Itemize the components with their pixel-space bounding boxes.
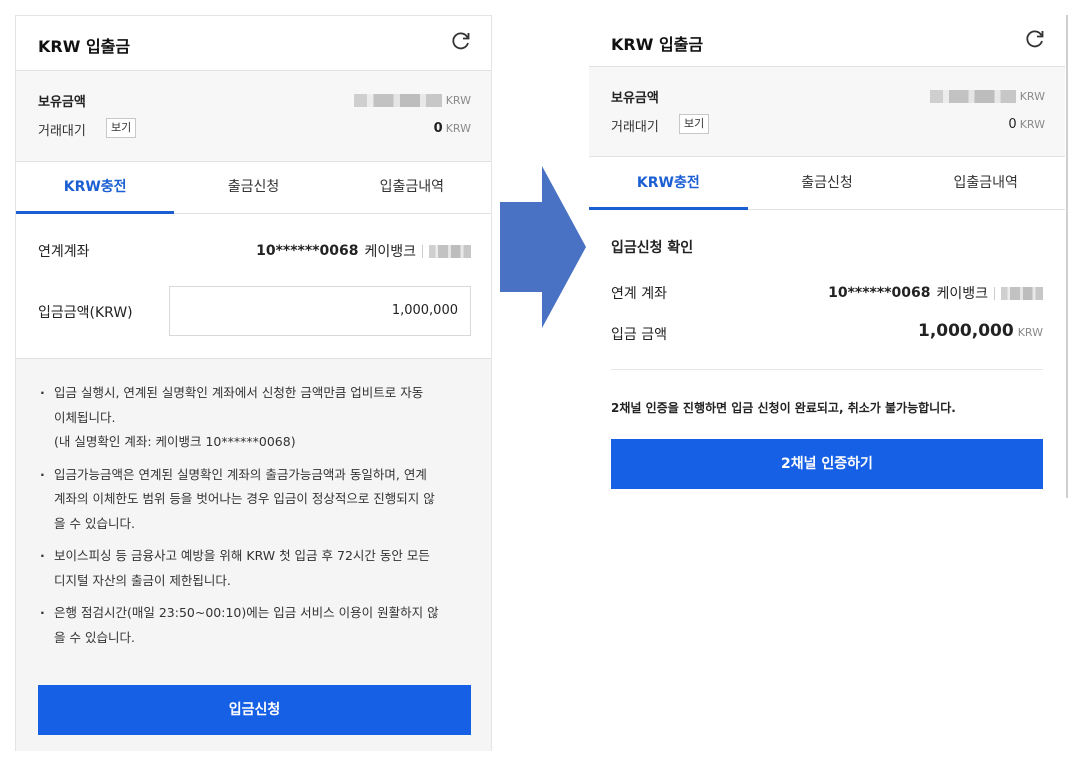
- deposit-request-button[interactable]: 입금신청: [38, 685, 471, 735]
- linked-account-value: 10******0068 케이뱅크: [828, 283, 1043, 303]
- pending-amount: 0 KRW: [434, 121, 471, 136]
- panel-header: KRW 입출금: [589, 15, 1065, 67]
- pending-label: 거래대기: [38, 124, 86, 139]
- notice-item: 입금 실행시, 연계된 실명확인 계좌에서 신청한 금액만큼 업비트로 자동이체…: [38, 381, 469, 455]
- divider: [994, 286, 995, 300]
- deposit-amount-unit: KRW: [1017, 326, 1043, 339]
- notice-box: 입금 실행시, 연계된 실명확인 계좌에서 신청한 금액만큼 업비트로 자동이체…: [16, 358, 491, 751]
- panel-title: KRW 입출금: [38, 37, 131, 56]
- notice-line: 입금 실행시, 연계된 실명확인 계좌에서 신청한 금액만큼 업비트로 자동: [54, 385, 424, 400]
- tab-history[interactable]: 입출금내역: [333, 162, 491, 213]
- notice-item: 입금가능금액은 연계된 실명확인 계좌의 출금가능금액과 동일하며, 연계계좌의…: [38, 463, 469, 537]
- notice-line: 보이스피싱 등 금융사고 예방을 위해 KRW 첫 입금 후 72시간 동안 모…: [54, 548, 430, 563]
- confirm-title: 입금신청 확인: [611, 240, 694, 256]
- deposit-amount-label: 입금금액(KRW): [38, 305, 133, 321]
- notice-line: 디지털 자산의 출금이 제한됩니다.: [54, 572, 231, 588]
- notice-line: 을 수 있습니다.: [54, 515, 135, 531]
- balance-summary: 보유금액 KRW 거래대기 보기 0 KRW: [589, 67, 1065, 157]
- notice-line: 은행 점검시간(매일 23:50~00:10)에는 입금 서비스 이용이 원활하…: [54, 605, 439, 620]
- notice-line: 입금가능금액은 연계된 실명확인 계좌의 출금가능금액과 동일하며, 연계: [54, 466, 427, 482]
- divider: [422, 244, 423, 258]
- account-number: 10******0068: [828, 285, 931, 301]
- tab-bar: KRW충전 출금신청 입출금내역: [589, 157, 1065, 210]
- held-amount-label: 보유금액: [611, 91, 659, 106]
- divider: [611, 369, 1043, 370]
- pending-label: 거래대기: [611, 120, 659, 135]
- masked-name: [429, 244, 471, 258]
- scrollbar-edge: [1066, 15, 1068, 498]
- account-number: 10******0068: [256, 243, 359, 259]
- pending-amount-value: 0: [433, 121, 443, 136]
- view-pending-button[interactable]: 보기: [679, 114, 710, 134]
- pending-amount-unit: KRW: [1019, 118, 1045, 131]
- masked-name: [1001, 286, 1043, 300]
- tab-krw-deposit[interactable]: KRW충전: [589, 157, 748, 210]
- held-amount-value: KRW: [929, 90, 1045, 103]
- view-pending-button[interactable]: 보기: [106, 118, 137, 138]
- deposit-amount-number: 1,000,000: [917, 321, 1014, 341]
- panel-header: KRW 입출금: [16, 16, 491, 71]
- deposit-amount-input[interactable]: 1,000,000: [169, 286, 471, 336]
- tab-history[interactable]: 입출금내역: [906, 157, 1065, 209]
- balance-summary: 보유금액 KRW 거래대기 보기 0 KRW: [16, 71, 491, 162]
- tab-withdraw-request[interactable]: 출금신청: [174, 162, 332, 213]
- held-amount-unit: KRW: [1019, 90, 1045, 103]
- auth-notice: 2채널 인증을 진행하면 입금 신청이 완료되고, 취소가 불가능합니다.: [611, 401, 956, 415]
- deposit-confirm-panel: KRW 입출금 보유금액 KRW 거래대기 보기 0 KRW KRW충전 출금신…: [589, 15, 1065, 515]
- held-amount-value: KRW: [353, 94, 471, 107]
- deposit-form-panel: KRW 입출금 보유금액 KRW 거래대기 보기 0 KRW KRW충전 출금신…: [15, 15, 492, 751]
- linked-account-value: 10******0068 케이뱅크: [256, 241, 471, 261]
- linked-account-label: 연계 계좌: [611, 286, 667, 302]
- notice-item: 은행 점검시간(매일 23:50~00:10)에는 입금 서비스 이용이 원활하…: [38, 601, 469, 650]
- held-amount-label: 보유금액: [38, 95, 86, 110]
- deposit-amount-label: 입금 금액: [611, 327, 667, 343]
- notice-line: (내 실명확인 계좌: 케이뱅크 10******0068): [54, 434, 296, 449]
- tab-krw-deposit[interactable]: KRW충전: [16, 162, 175, 214]
- notice-line: 이체됩니다.: [54, 409, 116, 425]
- linked-account-label: 연계계좌: [38, 244, 90, 260]
- tab-withdraw-request[interactable]: 출금신청: [748, 157, 907, 209]
- held-amount-unit: KRW: [445, 94, 471, 107]
- arrow-right-icon: [500, 166, 586, 328]
- masked-amount: [929, 90, 1016, 103]
- pending-amount-unit: KRW: [445, 122, 471, 135]
- refresh-icon[interactable]: [449, 29, 473, 53]
- two-channel-auth-button[interactable]: 2채널 인증하기: [611, 439, 1043, 489]
- panel-title: KRW 입출금: [611, 35, 704, 54]
- pending-amount: 0 KRW: [1008, 117, 1045, 132]
- tab-bar: KRW충전 출금신청 입출금내역: [16, 162, 491, 214]
- notice-line: 을 수 있습니다.: [54, 629, 135, 645]
- pending-amount-value: 0: [1008, 117, 1017, 132]
- masked-amount: [353, 94, 442, 107]
- notice-item: 보이스피싱 등 금융사고 예방을 위해 KRW 첫 입금 후 72시간 동안 모…: [38, 544, 469, 593]
- refresh-icon[interactable]: [1023, 27, 1047, 51]
- bank-name: 케이뱅크: [364, 244, 416, 260]
- deposit-amount-value: 1,000,000 KRW: [918, 321, 1043, 341]
- notice-line: 계좌의 이체한도 범위 등을 벗어나는 경우 입금이 정상적으로 진행되지 않: [54, 491, 435, 506]
- bank-name: 케이뱅크: [936, 286, 988, 302]
